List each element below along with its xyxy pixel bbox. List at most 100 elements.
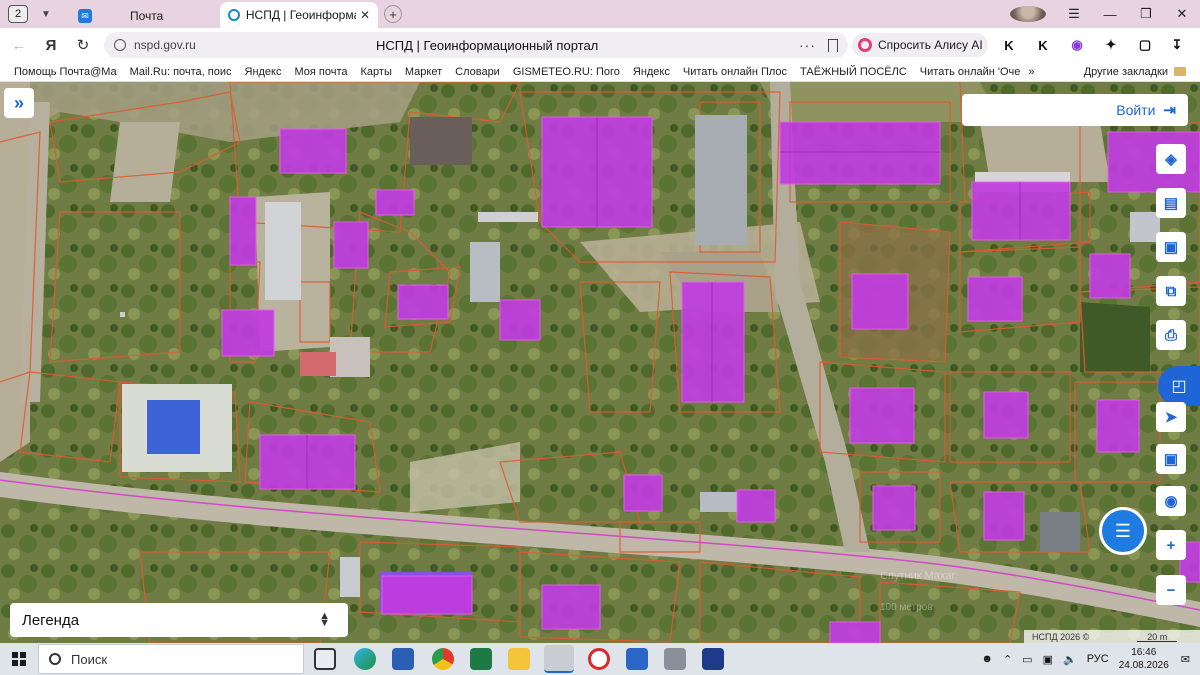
ask-alice-button[interactable]: Спросить Алису AI bbox=[852, 33, 988, 57]
locate-button[interactable]: ➤ bbox=[1156, 402, 1186, 432]
cadastral-search-button[interactable]: ◰ bbox=[1158, 366, 1200, 406]
picture-in-picture-button[interactable]: ▣ bbox=[1156, 444, 1186, 474]
mail-icon: ✉ bbox=[78, 9, 92, 23]
notifications-icon[interactable]: ✉ bbox=[1181, 653, 1190, 666]
excel-icon[interactable] bbox=[470, 648, 492, 670]
scale-bar: 20 m bbox=[1137, 632, 1178, 642]
tab-bar: 2 ▼ ✉ Почта НСПД | Геоинформационный пор… bbox=[0, 0, 1200, 28]
legend-panel[interactable]: Легенда ▲ ▼ bbox=[10, 603, 348, 637]
restore-icon[interactable]: ❐ bbox=[1128, 6, 1164, 22]
profile-avatar[interactable] bbox=[1010, 6, 1046, 22]
collections-icon[interactable]: ▢ bbox=[1134, 34, 1156, 56]
bookmark-item[interactable]: ТАЁЖНЫЙ ПОСЁЛС bbox=[800, 66, 907, 78]
print-icon: ⎙ bbox=[1164, 326, 1177, 344]
map-watermark-line1: Спутник Maxar bbox=[880, 570, 955, 582]
share-button[interactable]: ⧉ bbox=[1156, 276, 1186, 306]
clock[interactable]: 16:46 24.08.2026 bbox=[1119, 646, 1169, 672]
bookmark-icon[interactable] bbox=[828, 38, 838, 52]
yandex-browser-icon[interactable] bbox=[544, 645, 574, 673]
select-area-icon: ▣ bbox=[1163, 239, 1179, 256]
bookmark-item[interactable]: Яндекс bbox=[633, 66, 670, 78]
extensions-puzzle-icon[interactable]: ✦ bbox=[1100, 34, 1122, 56]
alice-label: Спросить Алису AI bbox=[878, 38, 983, 52]
other-bookmarks[interactable]: Другие закладки bbox=[1084, 66, 1168, 78]
url-field[interactable]: nspd.gov.ru НСПД | Геоинформационный пор… bbox=[104, 32, 848, 58]
yandex-icon[interactable]: Я bbox=[38, 37, 64, 54]
address-bar: ← Я ↻ nspd.gov.ru НСПД | Геоинформационн… bbox=[0, 28, 1200, 62]
extension-k2-icon[interactable]: K bbox=[1032, 34, 1054, 56]
chevron-down-icon[interactable]: ▼ bbox=[36, 4, 56, 24]
select-area-button[interactable]: ▣ bbox=[1156, 232, 1186, 262]
bookmark-item[interactable]: Маркет bbox=[405, 66, 442, 78]
word-icon[interactable] bbox=[392, 648, 414, 670]
cadastral-icon: ◰ bbox=[1171, 378, 1187, 395]
gosuslugi-icon[interactable] bbox=[626, 648, 648, 670]
notes-app-icon[interactable] bbox=[702, 648, 724, 670]
layers-button[interactable]: ◈ bbox=[1156, 144, 1186, 174]
alice-icon bbox=[858, 38, 872, 52]
bookmark-item[interactable]: Помощь Почта@Ма bbox=[14, 66, 117, 78]
bookmarks-overflow-button[interactable]: » bbox=[1028, 66, 1034, 78]
clock-time: 16:46 bbox=[1131, 647, 1157, 658]
map-view[interactable]: Спутник Maxar 100 метров » Войти ⇥ ◈ ▤ ▣… bbox=[0, 82, 1200, 643]
bookmark-item[interactable]: GISMETEO.RU: Пого bbox=[513, 66, 620, 78]
more-icon[interactable]: ··· bbox=[799, 37, 816, 53]
battery-icon[interactable]: ▭ bbox=[1022, 653, 1032, 666]
bookmark-item[interactable]: Словари bbox=[455, 66, 500, 78]
taskbar-search[interactable]: Поиск bbox=[38, 644, 304, 674]
login-button[interactable]: Войти ⇥ bbox=[962, 94, 1188, 126]
folder-icon bbox=[1174, 67, 1186, 76]
zoom-in-button[interactable]: + bbox=[1156, 530, 1186, 560]
task-view-icon[interactable] bbox=[314, 648, 336, 670]
network-icon[interactable]: ▣ bbox=[1043, 653, 1053, 666]
back-icon[interactable]: ← bbox=[6, 37, 32, 54]
login-label: Войти bbox=[1116, 102, 1156, 118]
plus-icon: + bbox=[1166, 536, 1176, 554]
tab-mail[interactable]: ✉ Почта bbox=[70, 4, 220, 28]
chat-button[interactable]: ☰ bbox=[1099, 507, 1147, 555]
windows-start-icon[interactable] bbox=[12, 652, 26, 666]
search-placeholder: Поиск bbox=[71, 651, 108, 667]
bookmark-item[interactable]: Карты bbox=[361, 66, 392, 78]
close-tab-icon[interactable]: ✕ bbox=[360, 8, 370, 22]
edge-icon[interactable] bbox=[354, 648, 376, 670]
site-info-icon[interactable] bbox=[114, 39, 126, 51]
ccleaner-icon[interactable] bbox=[588, 648, 610, 670]
reload-icon[interactable]: ↻ bbox=[70, 36, 96, 54]
print-button[interactable]: ⎙ bbox=[1156, 320, 1186, 350]
tab-nspd[interactable]: НСПД | Геоинформационный портал ✕ bbox=[220, 2, 378, 28]
new-tab-button[interactable]: + bbox=[384, 5, 402, 23]
login-icon: ⇥ bbox=[1163, 102, 1176, 119]
extension-k-icon[interactable]: K bbox=[998, 34, 1020, 56]
chevron-updown-icon: ▲ ▼ bbox=[319, 610, 330, 629]
zoom-out-button[interactable]: − bbox=[1156, 575, 1186, 605]
file-explorer-icon[interactable] bbox=[508, 648, 530, 670]
measure-button[interactable]: ▤ bbox=[1156, 188, 1186, 218]
bookmark-item[interactable]: Mail.Ru: почта, поис bbox=[130, 66, 232, 78]
chrome-icon[interactable] bbox=[432, 648, 454, 670]
bookmark-item[interactable]: Моя почта bbox=[295, 66, 348, 78]
menu-icon[interactable]: ☰ bbox=[1056, 6, 1092, 22]
bookmark-item[interactable]: Яндекс bbox=[245, 66, 282, 78]
satellite-imagery: Спутник Maxar 100 метров bbox=[0, 82, 1200, 643]
volume-icon[interactable]: 🔈 bbox=[1063, 653, 1077, 666]
expand-panel-button[interactable]: » bbox=[4, 88, 34, 118]
bookmark-item[interactable]: Читать онлайн 'Оче bbox=[920, 66, 1021, 78]
app-icon[interactable] bbox=[664, 648, 686, 670]
legend-label: Легенда bbox=[22, 611, 80, 629]
close-window-icon[interactable]: ✕ bbox=[1164, 6, 1200, 22]
language-indicator[interactable]: РУС bbox=[1087, 653, 1109, 665]
geolocation-button[interactable]: ◉ bbox=[1156, 486, 1186, 516]
bookmark-item[interactable]: Читать онлайн Плос bbox=[683, 66, 787, 78]
extension-orb-icon[interactable]: ◉ bbox=[1066, 34, 1088, 56]
map-attribution: НСПД 2026 © 20 m bbox=[1024, 630, 1200, 643]
clock-date: 24.08.2026 bbox=[1118, 660, 1169, 671]
url-host: nspd.gov.ru bbox=[134, 38, 196, 52]
tab-counter[interactable]: 2 bbox=[8, 5, 28, 23]
windows-taskbar: Поиск ☻ ⌃ ▭ ▣ 🔈 РУС 16:46 24.08.2026 ✉ bbox=[0, 643, 1200, 675]
chevron-up-icon[interactable]: ⌃ bbox=[1003, 653, 1012, 666]
user-icon[interactable]: ☻ bbox=[981, 653, 993, 665]
share-icon: ⧉ bbox=[1165, 282, 1177, 300]
minimize-icon[interactable]: — bbox=[1092, 7, 1128, 22]
download-icon[interactable]: ↧ bbox=[1166, 34, 1188, 56]
